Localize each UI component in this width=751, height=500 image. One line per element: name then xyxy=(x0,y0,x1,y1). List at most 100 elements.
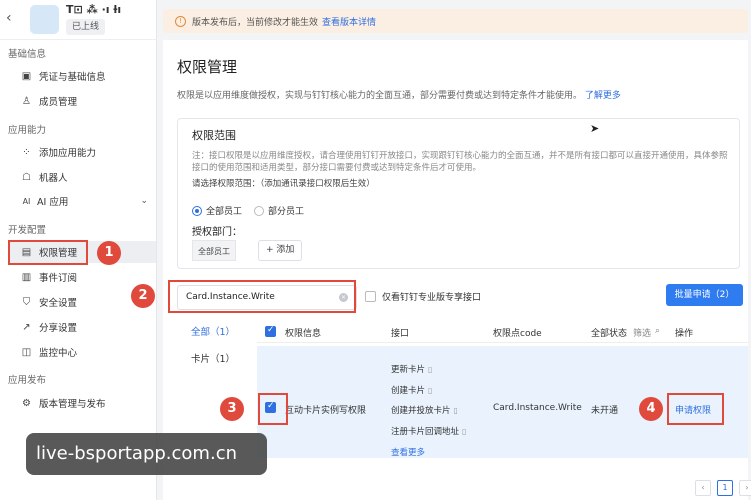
sidebar-item-add-capability[interactable]: ⁘ 添加应用能力 xyxy=(8,141,156,163)
radio-all-label: 全部员工 xyxy=(206,207,243,217)
api-item[interactable]: 更新卡片 ▯ xyxy=(391,360,466,381)
app-logo xyxy=(30,5,59,34)
sidebar-item-label: 安全设置 xyxy=(39,298,78,309)
chevron-down-icon[interactable]: ⌄ xyxy=(140,196,148,206)
header-api: 接口 xyxy=(391,329,410,339)
doc-icon: ▯ xyxy=(428,385,433,395)
radio-part-label: 部分员工 xyxy=(268,207,305,217)
doc-icon: ▯ xyxy=(428,365,433,374)
step-badge-3: 3 xyxy=(220,397,244,421)
sidebar-item-version[interactable]: ⚙ 版本管理与发布 xyxy=(8,392,156,414)
permission-code: Card.Instance.Write xyxy=(493,403,582,413)
section-publish: 应用发布 xyxy=(8,375,47,386)
radio-all-staff[interactable] xyxy=(192,205,202,216)
dept-label: 授权部门： xyxy=(192,227,242,238)
exclusive-label: 仅看钉钉专业版专享接口 xyxy=(382,293,482,303)
step-badge-4: 4 xyxy=(639,397,663,421)
permission-status: 未开通 xyxy=(591,406,619,416)
highlight-box-2 xyxy=(168,280,356,313)
permission-name: 互动卡片实例写权限 xyxy=(285,406,367,416)
scope-box: 权限范围 注：接口权限是以应用维度授权，请合理使用钉钉开放接口，实现跟钉钉核心能… xyxy=(177,118,740,269)
sidebar-item-label: 添加应用能力 xyxy=(39,148,97,159)
credential-icon: ▣ xyxy=(21,70,32,82)
ai-icon: AI xyxy=(22,196,31,206)
highlight-box-3 xyxy=(258,393,288,425)
dept-tag: 全部员工 xyxy=(192,240,236,261)
category-card[interactable]: 卡片（1） xyxy=(173,351,235,365)
security-icon: ⛉ xyxy=(22,296,31,308)
sidebar-item-label: 事件订阅 xyxy=(39,273,78,284)
app-name: T⊡ ⁂ ·ı ƚı xyxy=(66,3,122,16)
doc-icon: ▯ xyxy=(453,406,458,416)
sidebar-item-robot[interactable]: ☖ 机器人 xyxy=(8,166,156,188)
api-item[interactable]: 注册卡片回调地址 ▯ xyxy=(391,422,466,443)
sidebar-item-label: 成员管理 xyxy=(39,97,78,108)
pagination: ‹ 1 › xyxy=(689,480,751,496)
radio-part-staff[interactable] xyxy=(254,205,265,216)
api-item[interactable]: 创建并投放卡片 ▯ xyxy=(391,401,466,422)
sidebar-item-members[interactable]: ♙ 成员管理 xyxy=(8,90,156,112)
back-icon[interactable]: ‹ xyxy=(6,11,12,25)
prev-page-button[interactable]: ‹ xyxy=(695,480,711,496)
exclusive-filter[interactable]: 仅看钉钉专业版专享接口 xyxy=(365,290,481,303)
main-area: ! 版本发布后，当前修改才能生效 查看版本详情 权限管理 权限是以应用维度做授权… xyxy=(157,0,751,500)
permission-panel: 权限管理 权限是以应用维度做授权，实现与钉钉核心能力的全面互通，部分需要付费或达… xyxy=(163,40,751,500)
api-list: 更新卡片 ▯ 创建卡片 ▯ 创建并投放卡片 ▯ 注册卡片回调地址 ▯ 查看更多 xyxy=(391,360,466,464)
sidebar-item-share[interactable]: ↗ 分享设置 xyxy=(8,316,156,338)
apps-icon: ⁘ xyxy=(22,146,31,158)
view-more-link[interactable]: 查看更多 xyxy=(391,443,466,464)
header-status: 全部状态 xyxy=(591,329,628,339)
sidebar-item-monitor[interactable]: ◫ 监控中心 xyxy=(8,341,156,363)
robot-icon: ☖ xyxy=(22,171,31,183)
page-description-text: 权限是以应用维度做授权，实现与钉钉核心能力的全面互通，部分需要付费或达到特定条件… xyxy=(177,91,583,101)
search-icon[interactable]: ⌕ xyxy=(655,326,660,336)
header-info: 权限信息 xyxy=(285,329,322,339)
sidebar-item-credentials[interactable]: ▣ 凭证与基础信息 xyxy=(8,65,156,87)
version-icon: ⚙ xyxy=(22,397,31,409)
sidebar-item-events[interactable]: ▥ 事件订阅 xyxy=(8,266,156,288)
api-item[interactable]: 创建卡片 ▯ xyxy=(391,381,466,402)
header-op: 操作 xyxy=(675,329,694,339)
step-badge-2: 2 xyxy=(131,284,155,308)
page-button[interactable]: 1 xyxy=(717,480,733,496)
sidebar-item-label: 监控中心 xyxy=(39,348,78,359)
sidebar-item-label: 机器人 xyxy=(39,173,68,184)
sidebar-item-ai[interactable]: AI AI 应用 ⌄ xyxy=(8,190,156,212)
section-basic: 基础信息 xyxy=(8,49,47,60)
event-icon: ▥ xyxy=(21,271,32,283)
add-dept-button[interactable]: + 添加 xyxy=(258,240,303,261)
scope-subtitle: 请选择权限范围：（添加通讯录接口权限后生效） xyxy=(192,179,375,189)
sidebar-item-label: AI 应用 xyxy=(37,197,69,208)
scope-title: 权限范围 xyxy=(192,129,236,142)
page-description: 权限是以应用维度做授权，实现与钉钉核心能力的全面互通，部分需要付费或达到特定条件… xyxy=(177,88,621,101)
watermark: live-bsportapp.com.cn xyxy=(26,433,267,475)
sidebar-item-label: 凭证与基础信息 xyxy=(39,72,106,83)
sidebar-item-label: 分享设置 xyxy=(39,323,78,334)
app-window: ‹ T⊡ ⁂ ·ı ƚı 已上线 基础信息 ▣ 凭证与基础信息 ♙ 成员管理 应… xyxy=(0,0,751,500)
header-code: 权限点code xyxy=(493,329,542,339)
highlight-box-4 xyxy=(667,393,724,425)
category-all[interactable]: 全部（1） xyxy=(173,320,257,346)
publish-notice: ! 版本发布后，当前修改才能生效 查看版本详情 xyxy=(163,9,748,33)
select-all-checkbox[interactable] xyxy=(265,325,276,337)
warning-icon: ! xyxy=(175,15,186,27)
learn-more-link[interactable]: 了解更多 xyxy=(585,91,621,101)
sidebar-item-label: 版本管理与发布 xyxy=(39,399,106,410)
table-header: 权限信息 接口 权限点code 全部状态 筛选 ⌕ 操作 xyxy=(257,321,748,343)
app-header: ‹ T⊡ ⁂ ·ı ƚı 已上线 xyxy=(0,0,157,40)
version-detail-link[interactable]: 查看版本详情 xyxy=(322,15,376,28)
scope-radio-group: 全部员工 部分员工 xyxy=(192,204,304,217)
section-capability: 应用能力 xyxy=(8,125,47,136)
next-page-button[interactable]: › xyxy=(739,480,751,496)
status-filter[interactable]: 筛选 xyxy=(633,326,651,339)
status-badge: 已上线 xyxy=(66,19,106,35)
scope-note: 注：接口权限是以应用维度授权，请合理使用钉钉开放接口，实现跟钉钉核心能力的全面互… xyxy=(192,151,728,173)
batch-apply-button[interactable]: 批量申请（2） xyxy=(666,284,743,306)
notice-text: 版本发布后，当前修改才能生效 xyxy=(192,17,319,28)
section-dev: 开发配置 xyxy=(8,225,47,236)
exclusive-checkbox[interactable] xyxy=(365,291,376,302)
doc-icon: ▯ xyxy=(462,427,467,437)
monitor-icon: ◫ xyxy=(21,346,32,358)
step-badge-1: 1 xyxy=(97,241,121,265)
page-title: 权限管理 xyxy=(177,58,238,76)
